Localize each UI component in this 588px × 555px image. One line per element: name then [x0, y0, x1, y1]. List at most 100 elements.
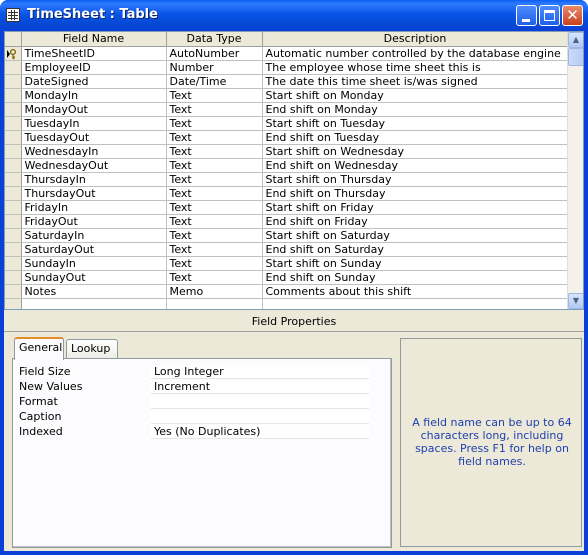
cell-description[interactable]: The employee whose time sheet this is: [262, 60, 569, 75]
cell-data-type[interactable]: Memo: [166, 284, 263, 299]
cell-description[interactable]: End shift on Friday: [262, 214, 569, 229]
cell-data-type[interactable]: Text: [166, 116, 263, 131]
property-value-new-values[interactable]: Increment: [151, 380, 369, 394]
table-row[interactable]: TimeSheetID AutoNumber Automatic number co…: [5, 46, 569, 61]
minimize-button[interactable]: [516, 5, 537, 26]
cell-field-name[interactable]: TimeSheetID: [21, 46, 167, 61]
table-row[interactable]: ThursdayOut Text End shift on Thursday: [5, 186, 569, 201]
cell-description[interactable]: Start shift on Saturday: [262, 228, 569, 243]
scroll-thumb[interactable]: [568, 48, 583, 66]
table-row[interactable]: TuesdayOut Text End shift on Tuesday: [5, 130, 569, 145]
cell-data-type[interactable]: Text: [166, 214, 263, 229]
table-row[interactable]: WednesdayOut Text End shift on Wednesday: [5, 158, 569, 173]
cell-field-name[interactable]: SaturdayOut: [21, 242, 167, 257]
row-selector[interactable]: [5, 284, 22, 299]
table-row[interactable]: EmployeeID Number The employee whose time …: [5, 60, 569, 75]
cell-field-name[interactable]: SaturdayIn: [21, 228, 167, 243]
property-value-indexed[interactable]: Yes (No Duplicates): [151, 425, 369, 439]
cell-field-name[interactable]: WednesdayIn: [21, 144, 167, 159]
table-row[interactable]: ThursdayIn Text Start shift on Thursday: [5, 172, 569, 187]
table-row[interactable]: DateSigned Date/Time The date this time sh…: [5, 74, 569, 89]
table-row[interactable]: SundayOut Text End shift on Sunday: [5, 270, 569, 285]
table-row[interactable]: MondayIn Text Start shift on Monday: [5, 88, 569, 103]
row-selector[interactable]: [5, 74, 22, 89]
row-selector[interactable]: [5, 60, 22, 75]
table-row[interactable]: [5, 298, 569, 309]
cell-data-type[interactable]: Text: [166, 228, 263, 243]
cell-description[interactable]: Start shift on Tuesday: [262, 116, 569, 131]
property-value-field-size[interactable]: Long Integer: [151, 365, 369, 379]
cell-data-type[interactable]: Text: [166, 144, 263, 159]
row-selector[interactable]: [5, 298, 22, 309]
cell-field-name[interactable]: SundayIn: [21, 256, 167, 271]
cell-description[interactable]: Start shift on Thursday: [262, 172, 569, 187]
cell-description[interactable]: End shift on Saturday: [262, 242, 569, 257]
row-selector[interactable]: [5, 172, 22, 187]
table-row[interactable]: WednesdayIn Text Start shift on Wednesday: [5, 144, 569, 159]
cell-field-name[interactable]: MondayOut: [21, 102, 167, 117]
table-row[interactable]: TuesdayIn Text Start shift on Tuesday: [5, 116, 569, 131]
cell-field-name[interactable]: FridayIn: [21, 200, 167, 215]
property-value-format[interactable]: [151, 395, 369, 409]
row-selector[interactable]: [5, 270, 22, 285]
table-row[interactable]: SaturdayOut Text End shift on Saturday: [5, 242, 569, 257]
property-value-caption[interactable]: [151, 410, 369, 424]
cell-data-type[interactable]: AutoNumber: [166, 46, 263, 61]
cell-data-type[interactable]: Text: [166, 158, 263, 173]
tab-lookup[interactable]: Lookup: [66, 339, 118, 359]
cell-field-name[interactable]: ThursdayOut: [21, 186, 167, 201]
cell-field-name[interactable]: [21, 298, 167, 309]
scroll-down-button[interactable]: ▼: [568, 293, 583, 309]
table-row[interactable]: FridayOut Text End shift on Friday: [5, 214, 569, 229]
cell-description[interactable]: End shift on Tuesday: [262, 130, 569, 145]
cell-description[interactable]: End shift on Wednesday: [262, 158, 569, 173]
cell-description[interactable]: [262, 298, 569, 309]
table-row[interactable]: MondayOut Text End shift on Monday: [5, 102, 569, 117]
cell-data-type[interactable]: Number: [166, 60, 263, 75]
cell-data-type[interactable]: Text: [166, 242, 263, 257]
table-row[interactable]: Notes Memo Comments about this shift: [5, 284, 569, 299]
cell-data-type[interactable]: Text: [166, 186, 263, 201]
cell-data-type[interactable]: Text: [166, 200, 263, 215]
cell-field-name[interactable]: DateSigned: [21, 74, 167, 89]
cell-description[interactable]: Comments about this shift: [262, 284, 569, 299]
maximize-button[interactable]: [539, 5, 560, 26]
vertical-scrollbar[interactable]: ▲ ▼: [567, 32, 583, 309]
cell-description[interactable]: Start shift on Monday: [262, 88, 569, 103]
scroll-up-button[interactable]: ▲: [568, 32, 583, 48]
cell-description[interactable]: Automatic number controlled by the datab…: [262, 46, 569, 61]
cell-description[interactable]: The date this time sheet is/was signed: [262, 74, 569, 89]
row-selector[interactable]: [5, 130, 22, 145]
cell-data-type[interactable]: Text: [166, 270, 263, 285]
cell-field-name[interactable]: WednesdayOut: [21, 158, 167, 173]
cell-description[interactable]: End shift on Thursday: [262, 186, 569, 201]
cell-field-name[interactable]: TuesdayOut: [21, 130, 167, 145]
cell-data-type[interactable]: Text: [166, 88, 263, 103]
cell-data-type[interactable]: Date/Time: [166, 74, 263, 89]
row-selector[interactable]: [5, 158, 22, 173]
row-selector[interactable]: [5, 200, 22, 215]
cell-field-name[interactable]: EmployeeID: [21, 60, 167, 75]
cell-description[interactable]: Start shift on Sunday: [262, 256, 569, 271]
row-selector[interactable]: [5, 242, 22, 257]
cell-field-name[interactable]: TuesdayIn: [21, 116, 167, 131]
row-selector[interactable]: [5, 186, 22, 201]
row-selector[interactable]: [5, 144, 22, 159]
cell-data-type[interactable]: Text: [166, 256, 263, 271]
cell-field-name[interactable]: MondayIn: [21, 88, 167, 103]
cell-data-type[interactable]: Text: [166, 130, 263, 145]
tab-general[interactable]: General: [14, 337, 64, 360]
row-selector[interactable]: [5, 256, 22, 271]
cell-field-name[interactable]: FridayOut: [21, 214, 167, 229]
row-selector[interactable]: [5, 214, 22, 229]
cell-data-type[interactable]: [166, 298, 263, 309]
cell-description[interactable]: Start shift on Wednesday: [262, 144, 569, 159]
row-selector[interactable]: [5, 102, 22, 117]
table-row[interactable]: SaturdayIn Text Start shift on Saturday: [5, 228, 569, 243]
cell-field-name[interactable]: SundayOut: [21, 270, 167, 285]
cell-data-type[interactable]: Text: [166, 172, 263, 187]
cell-description[interactable]: Start shift on Friday: [262, 200, 569, 215]
row-selector[interactable]: [5, 88, 22, 103]
cell-description[interactable]: End shift on Monday: [262, 102, 569, 117]
cell-description[interactable]: End shift on Sunday: [262, 270, 569, 285]
